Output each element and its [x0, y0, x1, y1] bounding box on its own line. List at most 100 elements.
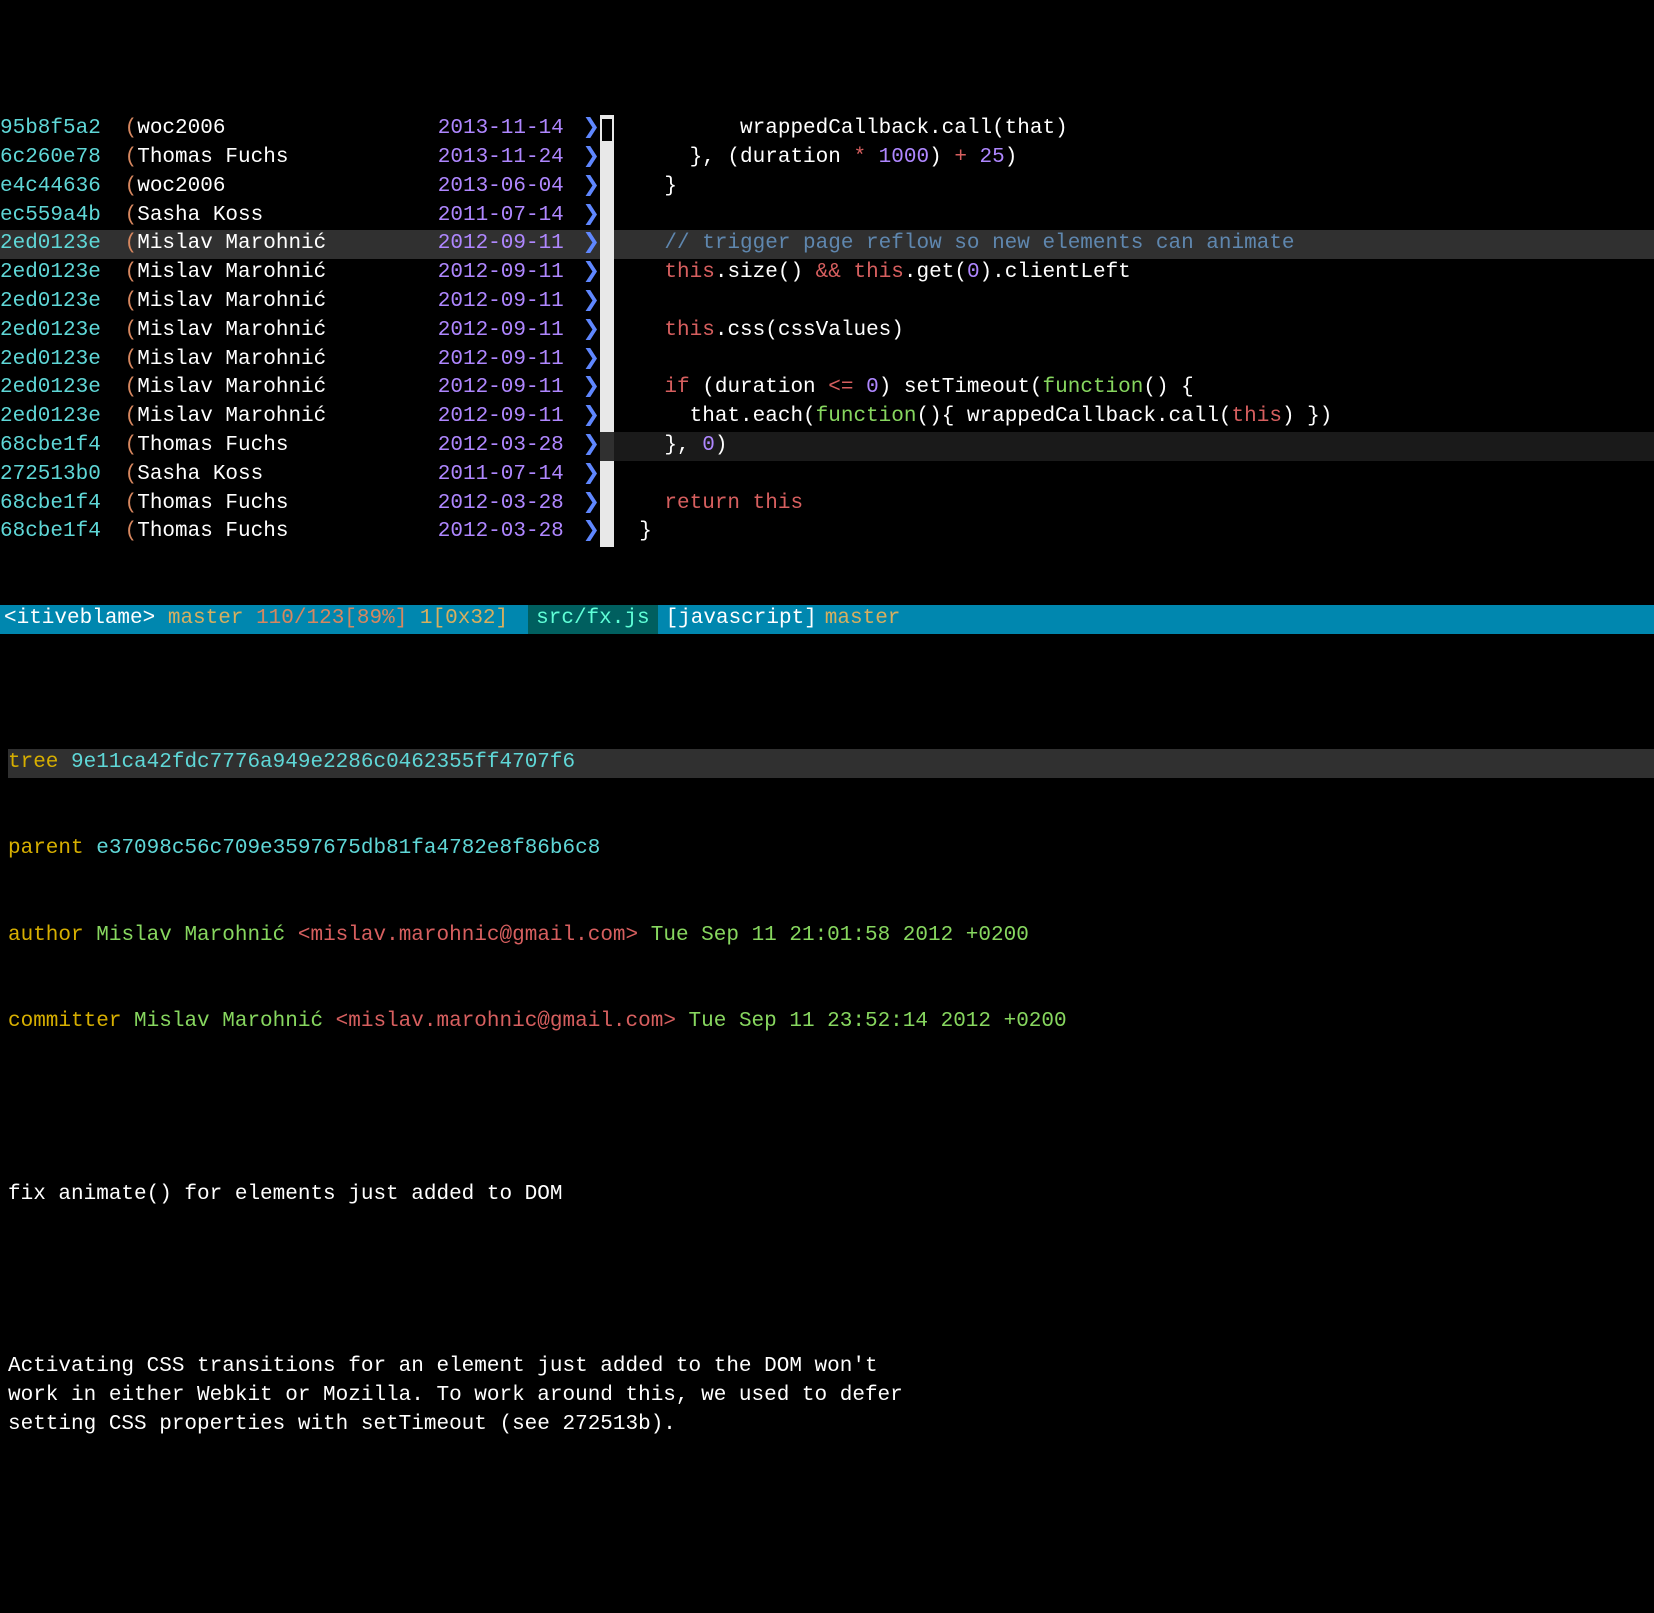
code-line[interactable]: }	[614, 518, 1654, 547]
code-line[interactable]: return this	[614, 490, 1654, 519]
chevron-right-icon: ❯	[570, 518, 600, 547]
divider-segment	[600, 144, 614, 173]
blame-row[interactable]: 95b8f5a2 (woc20062013-11-14 ❯	[0, 115, 600, 144]
commit-date: 2012-03-28	[438, 518, 564, 547]
blame-row[interactable]: 2ed0123e (Mislav Marohnić2012-09-11 ❯	[0, 403, 600, 432]
divider-segment	[600, 490, 614, 519]
divider-segment	[600, 374, 614, 403]
chevron-right-icon: ❯	[570, 432, 600, 461]
commit-hash[interactable]: 2ed0123e	[0, 374, 112, 403]
chevron-right-icon: ❯	[570, 490, 600, 519]
divider-segment	[600, 346, 614, 375]
commit-hash[interactable]: 2ed0123e	[0, 259, 112, 288]
commit-date: 2011-07-14	[438, 202, 564, 231]
paren-icon: (	[112, 317, 137, 346]
paren-icon: (	[112, 403, 137, 432]
code-line[interactable]: }	[614, 173, 1654, 202]
commit-hash[interactable]: 272513b0	[0, 461, 112, 490]
divider-segment	[600, 288, 614, 317]
divider-segment	[600, 259, 614, 288]
paren-icon: (	[112, 202, 137, 231]
paren-icon: (	[112, 230, 137, 259]
status-position: 110/123[89%]	[256, 605, 407, 634]
divider-segment	[600, 432, 614, 461]
status-language: [javascript]	[666, 605, 817, 634]
blame-row[interactable]: 272513b0 (Sasha Koss2011-07-14 ❯	[0, 461, 600, 490]
commit-date: 2012-09-11	[438, 317, 564, 346]
chevron-right-icon: ❯	[570, 317, 600, 346]
commit-hash[interactable]: 2ed0123e	[0, 288, 112, 317]
commit-hash[interactable]: 6c260e78	[0, 144, 112, 173]
blame-column[interactable]: 95b8f5a2 (woc20062013-11-14 ❯6c260e78 (T…	[0, 115, 600, 547]
editor-split: 95b8f5a2 (woc20062013-11-14 ❯6c260e78 (T…	[0, 115, 1654, 547]
blame-row[interactable]: 68cbe1f4 (Thomas Fuchs2012-03-28 ❯	[0, 518, 600, 547]
blame-row[interactable]: ec559a4b (Sasha Koss2011-07-14 ❯	[0, 202, 600, 231]
commit-date: 2012-09-11	[438, 346, 564, 375]
blame-row[interactable]: 68cbe1f4 (Thomas Fuchs2012-03-28 ❯	[0, 490, 600, 519]
chevron-right-icon: ❯	[570, 461, 600, 490]
paren-icon: (	[112, 461, 137, 490]
code-line[interactable]: that.each(function(){ wrappedCallback.ca…	[614, 403, 1654, 432]
chevron-right-icon: ❯	[570, 173, 600, 202]
commit-hash[interactable]: 68cbe1f4	[0, 490, 112, 519]
commit-hash[interactable]: e4c44636	[0, 173, 112, 202]
commit-hash[interactable]: ec559a4b	[0, 202, 112, 231]
blame-row[interactable]: e4c44636 (woc20062013-06-04 ❯	[0, 173, 600, 202]
code-line[interactable]	[614, 346, 1654, 375]
blame-row[interactable]: 2ed0123e (Mislav Marohnić2012-09-11 ❯	[0, 346, 600, 375]
code-line[interactable]: this.size() && this.get(0).clientLeft	[614, 259, 1654, 288]
commit-hash[interactable]: 68cbe1f4	[0, 432, 112, 461]
commit-date: 2012-09-11	[438, 374, 564, 403]
code-line[interactable]: }, (duration * 1000) + 25)	[614, 144, 1654, 173]
divider-segment	[600, 403, 614, 432]
code-line[interactable]: this.css(cssValues)	[614, 317, 1654, 346]
commit-date: 2012-09-11	[438, 259, 564, 288]
commit-msg-body: Activating CSS transitions for an elemen…	[8, 1353, 1654, 1439]
paren-icon: (	[112, 518, 137, 547]
blame-row[interactable]: 2ed0123e (Mislav Marohnić2012-09-11 ❯	[0, 259, 600, 288]
paren-icon: (	[112, 144, 137, 173]
paren-icon: (	[112, 374, 137, 403]
blame-row[interactable]: 68cbe1f4 (Thomas Fuchs2012-03-28 ❯	[0, 432, 600, 461]
commit-date: 2012-09-11	[438, 230, 564, 259]
code-line[interactable]: wrappedCallback.call(that)	[614, 115, 1654, 144]
commit-date: 2013-06-04	[438, 173, 564, 202]
divider-segment	[600, 202, 614, 231]
commit-hash[interactable]: 2ed0123e	[0, 346, 112, 375]
commit-date: 2012-03-28	[438, 432, 564, 461]
code-line[interactable]: // trigger page reflow so new elements c…	[614, 230, 1654, 259]
code-column[interactable]: wrappedCallback.call(that) }, (duration …	[614, 115, 1654, 547]
commit-hash[interactable]: 68cbe1f4	[0, 518, 112, 547]
blame-row[interactable]: 2ed0123e (Mislav Marohnić2012-09-11 ❯	[0, 288, 600, 317]
commit-hash[interactable]: 95b8f5a2	[0, 115, 112, 144]
code-line[interactable]: if (duration <= 0) setTimeout(function()…	[614, 374, 1654, 403]
code-line[interactable]: }, 0)	[614, 432, 1654, 461]
chevron-right-icon: ❯	[570, 346, 600, 375]
commit-date: 2012-03-28	[438, 490, 564, 519]
commit-msg-title: fix animate() for elements just added to…	[8, 1181, 1654, 1210]
divider-segment	[600, 317, 614, 346]
code-line[interactable]	[614, 288, 1654, 317]
commit-hash[interactable]: 2ed0123e	[0, 317, 112, 346]
blame-row[interactable]: 2ed0123e (Mislav Marohnić2012-09-11 ❯	[0, 374, 600, 403]
paren-icon: (	[112, 288, 137, 317]
blame-row[interactable]: 2ed0123e (Mislav Marohnić2012-09-11 ❯	[0, 230, 600, 259]
commit-date: 2011-07-14	[438, 461, 564, 490]
code-line[interactable]	[614, 461, 1654, 490]
chevron-right-icon: ❯	[570, 259, 600, 288]
paren-icon: (	[112, 346, 137, 375]
status-column: 1[0x32]	[420, 605, 508, 634]
commit-parent-row: parent e37098c56c709e3597675db81fa4782e8…	[8, 835, 1654, 864]
code-line[interactable]	[614, 202, 1654, 231]
paren-icon: (	[112, 432, 137, 461]
blank-row	[8, 1267, 1654, 1296]
chevron-right-icon: ❯	[570, 144, 600, 173]
divider-segment	[600, 173, 614, 202]
divider-segment	[600, 518, 614, 547]
blame-row[interactable]: 6c260e78 (Thomas Fuchs2013-11-24 ❯	[0, 144, 600, 173]
commit-date: 2013-11-24	[438, 144, 564, 173]
commit-date: 2013-11-14	[438, 115, 564, 144]
blame-row[interactable]: 2ed0123e (Mislav Marohnić2012-09-11 ❯	[0, 317, 600, 346]
commit-hash[interactable]: 2ed0123e	[0, 230, 112, 259]
commit-hash[interactable]: 2ed0123e	[0, 403, 112, 432]
